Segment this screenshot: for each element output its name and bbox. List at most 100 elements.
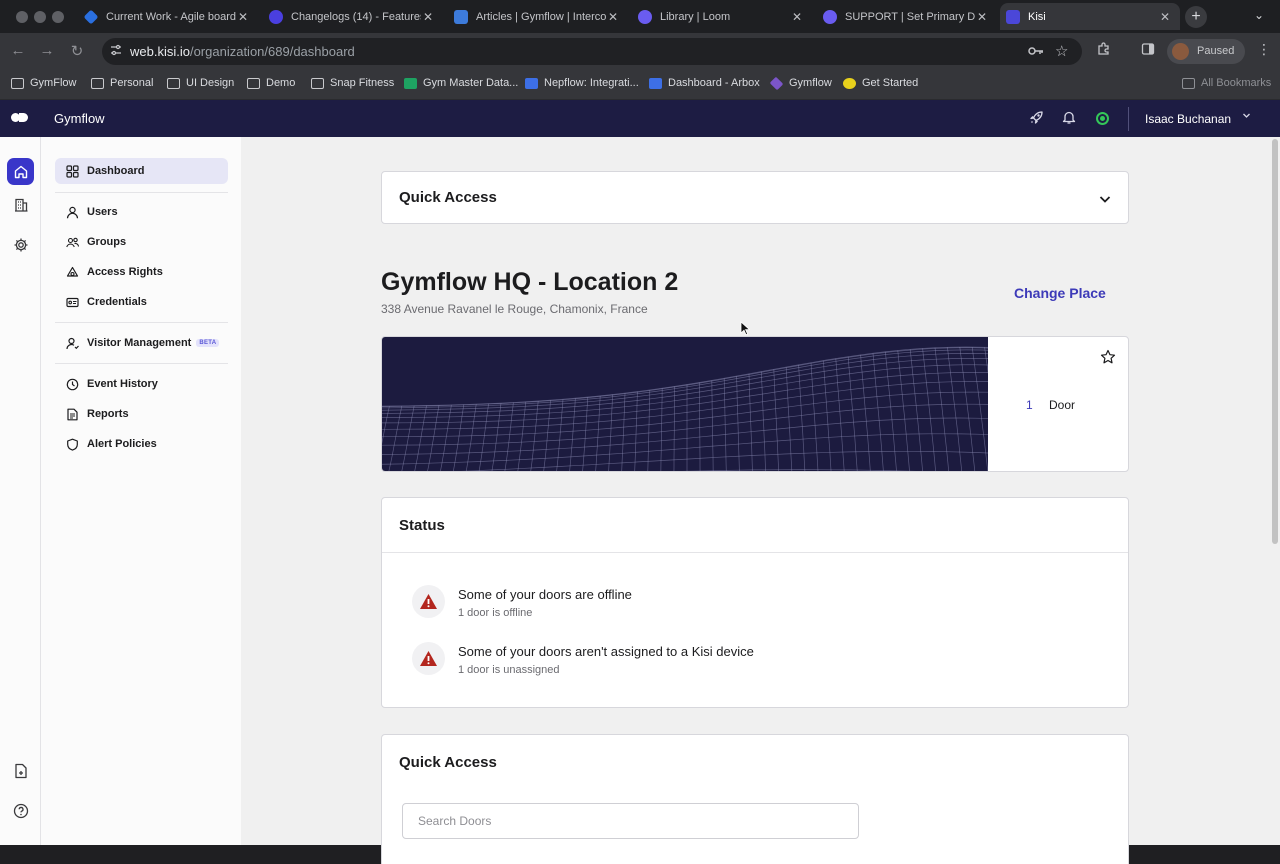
site-settings-icon[interactable] [110, 44, 122, 59]
sidebar-item-alert-policies[interactable]: Alert Policies [55, 431, 228, 457]
door-count-label[interactable]: Door [1049, 398, 1075, 412]
sidebar-item-event-history[interactable]: Event History [55, 371, 228, 397]
bookmark-folder[interactable]: Demo [247, 77, 295, 89]
chevron-down-icon[interactable] [1242, 111, 1251, 123]
folder-icon [247, 77, 260, 89]
group-icon [66, 237, 79, 247]
search-doors-input[interactable] [402, 803, 859, 839]
all-bookmarks-folder[interactable]: All Bookmarks [1182, 77, 1271, 89]
window-zoom-control[interactable] [52, 11, 64, 23]
browser-tab[interactable]: SUPPORT | Set Primary Default ✕ [817, 4, 997, 29]
sidebar-item-credentials[interactable]: Credentials [55, 289, 228, 315]
close-icon[interactable]: ✕ [790, 10, 804, 24]
reload-icon[interactable]: ↻ [68, 42, 86, 60]
browser-tab-active[interactable]: Kisi ✕ [1000, 3, 1180, 30]
close-icon[interactable]: ✕ [236, 10, 250, 24]
favorite-star-icon[interactable] [1100, 349, 1116, 370]
quick-access-collapsed-card[interactable]: Quick Access [381, 171, 1129, 224]
bookmark-label: Snap Fitness [330, 77, 395, 89]
kisi-logo-icon[interactable] [11, 113, 29, 123]
close-icon[interactable]: ✕ [1158, 10, 1172, 24]
sidebar-item-label: Groups [87, 236, 127, 248]
sidebar-item-label: Credentials [87, 296, 147, 308]
sidebar-item-users[interactable]: Users [55, 199, 228, 225]
browser-tab[interactable]: Library | Loom ✕ [632, 4, 812, 29]
sheets-icon [404, 77, 417, 89]
page-scrollbar[interactable] [1270, 137, 1280, 845]
sidebar-divider [55, 363, 228, 364]
bookmarks-bar: GymFlow Personal UI Design Demo Snap Fit… [0, 69, 1280, 100]
rail-docs-button[interactable] [7, 757, 34, 784]
window-close-control[interactable] [16, 11, 28, 23]
user-menu-name[interactable]: Isaac Buchanan [1145, 112, 1231, 126]
sidebar-item-groups[interactable]: Groups [55, 229, 228, 255]
tab-title: Library | Loom [660, 10, 731, 23]
browser-tab[interactable]: Changelogs (14) - Features ✕ [263, 4, 443, 29]
bookmark-label: Gymflow [789, 77, 832, 89]
sidebar-divider [55, 322, 228, 323]
browser-tab[interactable]: Articles | Gymflow | Intercom ✕ [448, 4, 628, 29]
bookmark-link[interactable]: Dashboard - Arbox [649, 77, 760, 89]
bell-icon[interactable] [1062, 110, 1076, 128]
door-count[interactable]: 1 [1026, 398, 1033, 412]
forward-arrow-icon[interactable]: → [38, 42, 56, 59]
profile-button[interactable]: Paused [1167, 39, 1245, 64]
close-icon[interactable]: ✕ [421, 10, 435, 24]
address-bar[interactable]: web.kisi.io/organization/689/dashboard ☆ [102, 38, 1082, 65]
tab-search-chevron-icon[interactable]: ⌄ [1254, 8, 1264, 22]
bookmark-link[interactable]: Gymflow [769, 76, 832, 90]
change-place-button[interactable]: Change Place [1014, 285, 1106, 301]
kisi-favicon-icon [1006, 9, 1020, 24]
status-item[interactable]: Some of your doors aren't assigned to a … [412, 642, 754, 676]
sidebar-item-visitor-management[interactable]: Visitor Management BETA [55, 330, 228, 356]
chevron-down-icon[interactable] [1098, 192, 1112, 211]
document-icon [14, 763, 27, 778]
status-item-title: Some of your doors are offline [458, 587, 632, 602]
url-host: web.kisi.io [130, 44, 190, 59]
rail-help-button[interactable] [7, 797, 34, 824]
new-tab-button[interactable]: + [1185, 6, 1207, 28]
warning-icon [412, 642, 445, 675]
get-started-icon [843, 77, 856, 89]
sidebar-item-reports[interactable]: Reports [55, 401, 228, 427]
profile-status: Paused [1197, 45, 1235, 57]
loom-favicon-icon [638, 9, 652, 24]
side-panel-icon[interactable] [1141, 42, 1155, 59]
close-icon[interactable]: ✕ [975, 10, 989, 24]
bookmark-link[interactable]: Gym Master Data... [404, 77, 518, 89]
app-header: Gymflow Isaac Buchanan [0, 100, 1280, 137]
sidebar-item-access-rights[interactable]: Access Rights [55, 259, 228, 285]
extensions-puzzle-icon[interactable] [1097, 42, 1111, 59]
bookmark-star-icon[interactable]: ☆ [1055, 42, 1068, 60]
online-status-icon[interactable] [1096, 112, 1109, 125]
status-item-subtitle: 1 door is offline [458, 607, 533, 619]
alert-policy-icon [67, 438, 78, 451]
loom-favicon-icon [823, 9, 837, 24]
rocket-icon[interactable] [1029, 110, 1044, 128]
status-item[interactable]: Some of your doors are offline 1 door is… [412, 585, 632, 619]
organization-name[interactable]: Gymflow [54, 111, 105, 126]
password-key-icon[interactable] [1028, 44, 1044, 60]
back-arrow-icon[interactable]: ← [9, 42, 27, 59]
window-minimize-control[interactable] [34, 11, 46, 23]
rail-home-button[interactable] [7, 158, 34, 185]
bookmark-folder[interactable]: Personal [91, 77, 153, 89]
tab-title: Changelogs (14) - Features [291, 10, 421, 23]
rail-settings-button[interactable] [7, 231, 34, 258]
bookmark-link[interactable]: Nepflow: Integrati... [525, 77, 639, 89]
bookmark-link[interactable]: Get Started [843, 77, 918, 89]
sidebar-item-dashboard[interactable]: Dashboard [55, 158, 228, 184]
close-icon[interactable]: ✕ [606, 10, 620, 24]
bookmark-folder[interactable]: UI Design [167, 77, 234, 89]
folder-icon [91, 77, 104, 89]
scrollbar-thumb[interactable] [1272, 139, 1278, 544]
status-item-title: Some of your doors aren't assigned to a … [458, 644, 754, 659]
rail-places-button[interactable] [7, 191, 34, 218]
browser-tab[interactable]: Current Work - Agile board ✕ [78, 4, 258, 29]
jira-favicon-icon [83, 9, 99, 24]
bookmark-folder[interactable]: Snap Fitness [311, 77, 394, 89]
browser-menu-icon[interactable]: ⋮ [1257, 41, 1271, 58]
sidebar-item-label: Alert Policies [87, 438, 157, 450]
folder-icon [1182, 77, 1195, 89]
bookmark-folder[interactable]: GymFlow [11, 77, 76, 89]
